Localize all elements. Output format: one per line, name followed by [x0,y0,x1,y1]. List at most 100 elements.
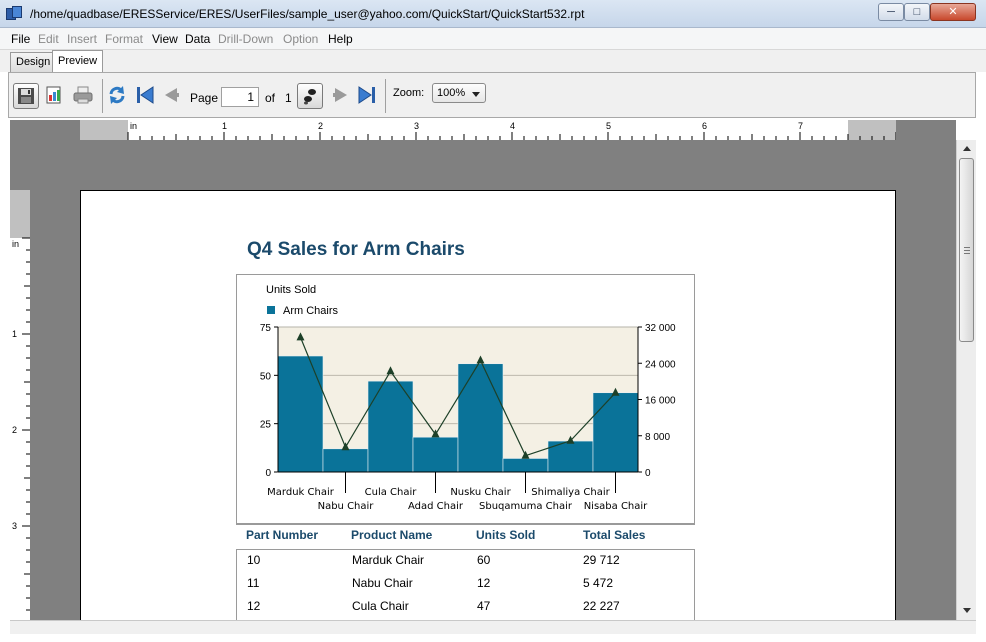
ruler-label: 6 [702,121,708,131]
tab-preview[interactable]: Preview [52,50,104,72]
window-title-bar: /home/quadbase/ERESService/ERES/UserFile… [0,0,986,28]
column-header: Product Name [351,528,433,542]
export-button[interactable] [42,83,68,109]
menu-format[interactable]: Format [105,32,143,46]
x-category-label: Adad Chair [408,501,464,512]
app-icon [6,6,22,22]
column-header: Part Number [246,528,319,542]
go-to-page-button[interactable] [297,83,323,109]
view-tabs: Design Preview [0,50,986,72]
menu-insert[interactable]: Insert [67,32,97,46]
scroll-up-icon[interactable] [963,146,971,151]
horizontal-ruler: in 1 2 3 4 5 6 7 [80,120,896,140]
menu-drill-down[interactable]: Drill-Down [218,32,273,46]
refresh-button[interactable] [105,83,131,109]
table-cell: Marduk Chair [352,553,425,567]
table-cell: 12 [477,576,491,590]
x-category-label: Marduk Chair [267,487,335,498]
x-category-label: Cula Chair [365,487,418,498]
report-preview-area[interactable]: in 1 2 3 4 5 6 7 in 1 2 3 Q4 Sales for A… [10,120,956,620]
chart-bar [592,392,639,473]
last-page-icon [358,86,375,104]
print-button[interactable] [71,83,97,109]
export-icon [46,86,61,104]
next-page-icon [333,88,347,102]
toolbar-separator [102,79,103,113]
x-category-label: Shimaliya Chair [531,487,610,498]
previous-page-button[interactable] [159,83,185,109]
total-pages: 1 [285,91,292,105]
menu-edit[interactable]: Edit [38,32,59,46]
report-page: Q4 Sales for Arm Chairs Units Sold Arm Ch… [80,190,896,620]
scrollbar-thumb[interactable] [959,158,974,342]
table-cell: Cula Chair [352,599,409,613]
chart-bar [412,436,459,473]
table-header: Part Number Product Name Units Sold Tota… [236,524,695,550]
ruler-unit-label: in [12,239,20,249]
table-cell: Nabu Chair [352,576,413,590]
x-category-label: Sbuqamuma Chair [479,501,573,512]
table-cell: 60 [477,553,491,567]
x-category-label: Nabu Chair [318,501,375,512]
go-to-page-icon [304,89,316,105]
close-button[interactable]: ✕ [930,3,976,21]
table-row: 11 Nabu Chair 12 5 472 [237,573,694,596]
table-cell: 29 712 [583,553,620,567]
zoom-label: Zoom: [393,87,425,99]
ruler-label: 1 [222,121,228,131]
zoom-dropdown[interactable]: 100% [432,83,486,103]
table-cell: 22 227 [583,599,620,613]
y-tick-label: 75 [260,323,272,334]
chart-bar [322,448,369,473]
minimize-button[interactable]: ─ [878,3,904,21]
chart-bar [367,380,414,473]
table-row: 10 Marduk Chair 60 29 712 [237,550,694,573]
y2-tick-label: 32 000 [645,323,676,334]
save-icon [18,88,34,104]
preview-toolbar: Page 1 of 1 Zoom: 100% [8,72,976,118]
page-label: Page [190,91,219,105]
y2-tick-label: 8 000 [645,432,670,443]
menu-file[interactable]: File [11,32,30,46]
column-header: Units Sold [476,528,536,542]
table-cell: 47 [477,599,491,613]
table-row: 12 Cula Chair 47 22 227 [237,596,694,619]
menu-view[interactable]: View [152,32,178,46]
refresh-icon [109,86,125,104]
table-cell: 11 [247,576,260,590]
y2-tick-label: 24 000 [645,359,676,370]
page-number-input[interactable]: 1 [221,87,259,107]
ruler-unit-label: in [130,121,138,131]
zoom-value: 100% [437,87,466,99]
report-title: Q4 Sales for Arm Chairs [247,239,465,260]
last-page-button[interactable] [355,83,381,109]
ruler-label: 4 [510,121,516,131]
menu-option[interactable]: Option [283,32,318,46]
scroll-down-icon[interactable] [963,608,971,613]
ruler-label: 3 [414,121,420,131]
x-category-label: Nisaba Chair [584,501,648,512]
ruler-label: 1 [12,329,18,339]
table-cell: 5 472 [583,576,614,590]
menu-data[interactable]: Data [185,32,210,46]
save-button[interactable] [13,83,39,109]
ruler-label: 2 [12,425,18,435]
toolbar-separator [385,79,386,113]
x-category-label: Nusku Chair [450,487,511,498]
chart-bar [502,458,549,473]
maximize-button[interactable]: □ [904,3,930,21]
vertical-scrollbar[interactable] [956,140,976,620]
previous-page-icon [165,88,179,102]
window-title: /home/quadbase/ERESService/ERES/UserFile… [30,7,585,21]
tab-design[interactable]: Design [10,52,57,72]
column-header: Total Sales [583,528,646,542]
next-page-button[interactable] [329,83,355,109]
table-cell: 10 [247,553,261,567]
chart-canvas: Units Sold Arm Chairs 0 25 50 75 0 8 000 16 000 2… [260,284,676,512]
first-page-button[interactable] [133,83,159,109]
menu-help[interactable]: Help [328,32,353,46]
table-cell: 12 [247,599,261,613]
y-tick-label: 50 [260,371,272,382]
menu-bar: File Edit Insert Format View Data Drill-… [0,28,986,50]
chart-bar [457,363,504,473]
